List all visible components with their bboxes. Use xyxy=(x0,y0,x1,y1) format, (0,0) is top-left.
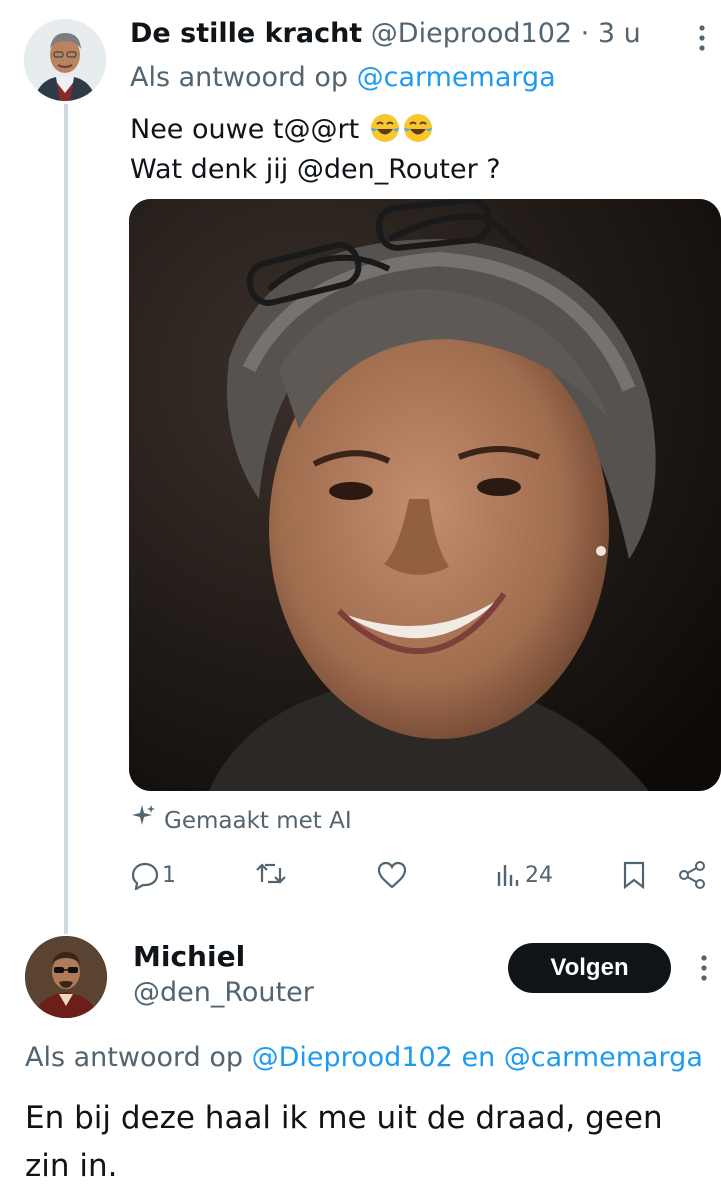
avatar-photo xyxy=(24,19,106,101)
avatar[interactable] xyxy=(25,936,107,1018)
author-handle[interactable]: @den_Router xyxy=(133,975,314,1011)
tweet-actions: 1 24 xyxy=(0,850,721,900)
reply-mention[interactable]: @Dieprood102 xyxy=(252,1042,453,1073)
reply-join: en xyxy=(461,1042,496,1073)
reply-count: 1 xyxy=(162,862,176,888)
thread-line xyxy=(64,104,68,934)
tweet-text: En bij deze haal ik me uit de draad, gee… xyxy=(25,1100,663,1184)
views-chart-icon xyxy=(496,862,522,888)
reply-context: Als antwoord op @carmemarga xyxy=(130,60,556,96)
heart-icon xyxy=(376,860,408,890)
views-button[interactable]: 24 xyxy=(496,850,553,900)
sparkle-icon xyxy=(130,803,156,838)
tweet-text-line1: Nee ouwe t@@rt xyxy=(130,114,360,145)
more-options-icon[interactable] xyxy=(694,952,714,984)
tweet-text-line2: Wat denk jij @den_Router ? xyxy=(130,154,501,185)
follow-button[interactable]: Volgen xyxy=(508,943,671,993)
reply-prefix: Als antwoord op xyxy=(25,1042,243,1073)
laughing-tears-emoji-icon xyxy=(368,114,434,145)
avatar-photo xyxy=(25,936,107,1018)
author-name[interactable]: De stille kracht xyxy=(130,18,362,49)
ai-label-text: Gemaakt met AI xyxy=(164,807,352,834)
retweet-button[interactable] xyxy=(255,850,287,900)
avatar[interactable] xyxy=(24,19,106,101)
author-name[interactable]: Michiel xyxy=(133,939,245,975)
tweet-time[interactable]: 3 u xyxy=(598,18,641,49)
bookmark-icon xyxy=(621,860,647,890)
like-button[interactable] xyxy=(376,850,408,900)
ai-generated-label: Gemaakt met AI xyxy=(130,803,352,838)
tweet-text: Nee ouwe t@@rt Wat denk jij @den_Router … xyxy=(130,110,501,190)
view-count: 24 xyxy=(525,862,553,888)
more-options-icon[interactable] xyxy=(692,22,712,54)
retweet-icon xyxy=(255,860,287,890)
reply-mention[interactable]: @carmemarga xyxy=(504,1042,703,1073)
tweet-header: De stille kracht @Dieprood102 · 3 u xyxy=(130,16,641,52)
tweet-image[interactable] xyxy=(129,199,721,791)
reply-prefix: Als antwoord op xyxy=(130,62,348,93)
share-icon xyxy=(677,860,707,890)
separator-dot: · xyxy=(580,18,590,49)
reply-button[interactable]: 1 xyxy=(130,850,176,900)
reply-context: Als antwoord op @Dieprood102 en @carmema… xyxy=(25,1040,703,1076)
author-handle[interactable]: @Dieprood102 xyxy=(371,18,572,49)
reply-mention[interactable]: @carmemarga xyxy=(357,62,556,93)
share-button[interactable] xyxy=(677,850,707,900)
reply-icon xyxy=(130,860,160,890)
bookmark-button[interactable] xyxy=(621,850,647,900)
portrait-image xyxy=(129,199,721,791)
